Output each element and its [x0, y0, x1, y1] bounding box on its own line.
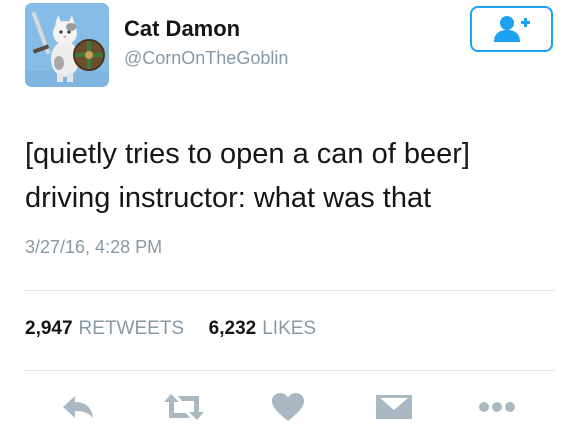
screen-name[interactable]: @CornOnTheGoblin	[124, 48, 288, 69]
add-user-icon	[493, 16, 530, 42]
timestamp[interactable]: 3/27/16, 4:28 PM	[25, 237, 162, 258]
more-button[interactable]	[476, 389, 518, 425]
likes-count: 6,232	[208, 318, 257, 339]
retweet-button[interactable]	[160, 389, 208, 425]
more-dots-icon	[479, 402, 515, 412]
direct-message-button[interactable]	[372, 389, 416, 425]
tweet-text: [quietly tries to open a can of beer] dr…	[25, 132, 560, 220]
reply-button[interactable]	[58, 389, 98, 425]
retweets-stat[interactable]: 2,947 RETWEETS	[25, 318, 189, 339]
reply-icon	[63, 396, 93, 418]
display-name[interactable]: Cat Damon	[124, 16, 240, 42]
divider	[25, 290, 555, 291]
envelope-icon	[376, 395, 412, 419]
retweet-icon	[164, 394, 204, 420]
cat-knight-avatar-image	[25, 3, 109, 87]
tweet-text-line: [quietly tries to open a can of beer]	[25, 138, 470, 170]
tweet-card: Cat Damon @CornOnTheGoblin [quietly trie…	[0, 0, 569, 428]
follow-button[interactable]	[470, 6, 553, 52]
tweet-text-line: driving instructor: what was that	[25, 182, 432, 214]
retweets-count: 2,947	[25, 318, 73, 339]
likes-stat[interactable]: 6,232 LIKES	[209, 318, 316, 339]
likes-label: LIKES	[262, 318, 317, 339]
tweet-stats: 2,947 RETWEETS 6,232 LIKES	[25, 318, 316, 340]
heart-icon	[272, 393, 304, 421]
like-button[interactable]	[268, 389, 308, 425]
avatar[interactable]	[25, 3, 109, 87]
retweets-label: RETWEETS	[78, 318, 185, 339]
divider	[25, 370, 555, 371]
